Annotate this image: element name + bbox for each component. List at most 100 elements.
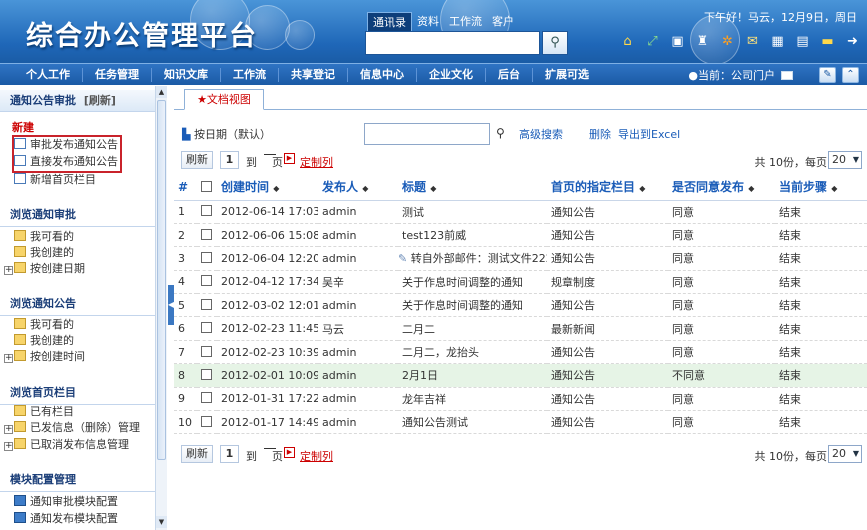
nav-backend[interactable]: 后台 bbox=[486, 67, 533, 82]
sidebar-item-created[interactable]: 我创建的 bbox=[14, 245, 74, 260]
table-row[interactable]: 10 2012-01-17 14:49 admin 通知公告测试 通知公告 同意 结束 bbox=[174, 410, 867, 435]
edit-icon[interactable]: ✎ bbox=[819, 67, 836, 83]
advanced-search-link[interactable]: 高级搜索 bbox=[519, 126, 563, 142]
sidebar-refresh-link[interactable]: [刷新] bbox=[84, 94, 116, 107]
sidebar-item-viewable[interactable]: 我可看的 bbox=[14, 317, 74, 332]
cell-checkbox[interactable] bbox=[197, 410, 217, 435]
row-checkbox[interactable] bbox=[201, 298, 212, 310]
expand-icon[interactable]: + bbox=[4, 425, 13, 434]
table-row[interactable]: 2 2012-06-06 15:08 admin test123前威 通知公告 同意 结束 bbox=[174, 223, 867, 248]
search-input[interactable] bbox=[364, 123, 490, 145]
table-row[interactable]: 3 2012-06-04 12:20 admin ✎ 转自外部邮件：测试文件222 通知… bbox=[174, 246, 867, 271]
cell-checkbox[interactable] bbox=[197, 293, 217, 318]
col-approved[interactable]: 是否同意发布 ◆ bbox=[668, 174, 775, 201]
sidebar-item-viewable[interactable]: 我可看的 bbox=[14, 229, 74, 244]
search-tab-workflow[interactable]: 工作流 bbox=[444, 12, 487, 32]
group-browse-columns[interactable]: 浏览首页栏目 bbox=[0, 382, 155, 404]
sidebar-item-by-time[interactable]: + 按创建时间 bbox=[4, 349, 85, 364]
search-tab-files[interactable]: 资料 bbox=[412, 12, 444, 32]
cell-title[interactable]: 关于作息时间调整的通知 bbox=[398, 270, 547, 295]
nav-task-management[interactable]: 任务管理 bbox=[83, 67, 152, 82]
shirt-icon[interactable]: ♜ bbox=[694, 33, 711, 50]
cell-checkbox[interactable] bbox=[197, 270, 217, 295]
sidebar-item-direct-publish[interactable]: 直接发布通知公告 bbox=[14, 154, 118, 169]
global-search-input[interactable] bbox=[365, 31, 540, 55]
cell-title[interactable]: 测试 bbox=[398, 200, 547, 224]
sidebar-scrollbar[interactable]: ▲ ▼ bbox=[155, 86, 167, 530]
sidebar-item-existing-columns[interactable]: 已有栏目 bbox=[14, 404, 74, 419]
calendar-icon[interactable]: ▦ bbox=[769, 33, 786, 50]
col-homepage-column[interactable]: 首页的指定栏目 ◆ bbox=[547, 174, 668, 201]
sidebar-item-published-manage[interactable]: + 已发信息（删除）管理 bbox=[4, 420, 140, 435]
nav-personal-work[interactable]: 个人工作 bbox=[0, 67, 83, 82]
export-excel-link[interactable]: 导出到Excel bbox=[618, 126, 680, 142]
page-number[interactable]: 1 bbox=[220, 445, 239, 463]
col-current-step[interactable]: 当前步骤 ◆ bbox=[775, 174, 867, 201]
cell-title[interactable]: 2月1日 bbox=[398, 363, 547, 388]
cell-checkbox[interactable] bbox=[197, 246, 217, 271]
tab-document-view[interactable]: ★文档视图 bbox=[184, 89, 264, 110]
cell-checkbox[interactable] bbox=[197, 200, 217, 224]
sidebar-item-by-date[interactable]: + 按创建日期 bbox=[4, 261, 85, 276]
cell-checkbox[interactable] bbox=[197, 387, 217, 412]
table-row[interactable]: 4 2012-04-12 17:34 吴辛 关于作息时间调整的通知 规章制度 同意 结束 bbox=[174, 270, 867, 295]
cell-title[interactable]: 关于作息时间调整的通知 bbox=[398, 293, 547, 318]
nav-info-center[interactable]: 信息中心 bbox=[348, 67, 417, 82]
row-checkbox[interactable] bbox=[201, 205, 212, 217]
per-page-select[interactable]: 20 bbox=[828, 151, 862, 169]
custom-columns-link[interactable]: 定制列 bbox=[300, 154, 333, 170]
nav-extensions[interactable]: 扩展可选 bbox=[533, 68, 601, 82]
scroll-thumb[interactable] bbox=[157, 100, 166, 460]
collapse-up-icon[interactable]: ⌃ bbox=[842, 67, 859, 83]
search-icon[interactable]: ⚲ bbox=[496, 126, 505, 140]
delete-link[interactable]: 删除 bbox=[589, 126, 611, 142]
monitor-icon[interactable] bbox=[781, 70, 793, 80]
cell-title[interactable]: test123前威 bbox=[398, 223, 547, 248]
nav-workflow[interactable]: 工作流 bbox=[221, 67, 279, 82]
row-checkbox[interactable] bbox=[201, 275, 212, 287]
sidebar-item-cancelled-manage[interactable]: + 已取消发布信息管理 bbox=[4, 437, 129, 452]
go-icon[interactable]: ▶ bbox=[284, 447, 295, 458]
row-checkbox[interactable] bbox=[201, 368, 212, 380]
cell-title[interactable]: 二月二 bbox=[398, 316, 547, 341]
cell-title[interactable]: 二月二，龙抬头 bbox=[398, 340, 547, 365]
page-number[interactable]: 1 bbox=[220, 151, 239, 169]
row-checkbox[interactable] bbox=[201, 345, 212, 357]
sort-by-date-button[interactable]: ▙ 按日期（默认） bbox=[182, 126, 271, 142]
cell-title[interactable]: 通知公告测试 bbox=[398, 410, 547, 435]
table-row[interactable]: 6 2012-02-23 11:45 马云 二月二 最新新闻 同意 结束 bbox=[174, 316, 867, 341]
expand-icon[interactable]: + bbox=[4, 266, 13, 275]
cell-checkbox[interactable] bbox=[197, 223, 217, 248]
row-checkbox[interactable] bbox=[201, 415, 212, 427]
cell-title[interactable]: 龙年吉祥 bbox=[398, 387, 547, 412]
home-icon[interactable]: ⌂ bbox=[619, 33, 636, 50]
resize-icon[interactable]: ⤢ bbox=[644, 33, 661, 50]
per-page-select[interactable]: 20 bbox=[828, 445, 862, 463]
sidebar-item-created[interactable]: 我创建的 bbox=[14, 333, 74, 348]
table-row[interactable]: 5 2012-03-02 12:01 admin 关于作息时间调整的通知 通知公告 同意结… bbox=[174, 293, 867, 318]
col-title[interactable]: 标题 ◆ bbox=[398, 174, 547, 201]
custom-columns-link[interactable]: 定制列 bbox=[300, 448, 333, 464]
cell-title[interactable]: ✎ 转自外部邮件：测试文件222 bbox=[398, 246, 547, 271]
table-row[interactable]: 7 2012-02-23 10:39 admin 二月二，龙抬头 通知公告 同意 结束 bbox=[174, 340, 867, 365]
table-row[interactable]: 9 2012-01-31 17:22 admin 龙年吉祥 通知公告 同意 结束 bbox=[174, 387, 867, 412]
table-row[interactable]: 1 2012-06-14 17:03 admin 测试 通知公告 同意 结束 bbox=[174, 200, 867, 224]
cell-checkbox[interactable] bbox=[197, 340, 217, 365]
nav-corporate-culture[interactable]: 企业文化 bbox=[417, 67, 486, 82]
address-icon[interactable]: ▤ bbox=[794, 33, 811, 50]
cell-checkbox[interactable] bbox=[197, 316, 217, 341]
sidebar-item-approve-publish[interactable]: 审批发布通知公告 bbox=[14, 137, 118, 152]
row-checkbox[interactable] bbox=[201, 322, 212, 334]
expand-icon[interactable]: + bbox=[4, 354, 13, 363]
note-icon[interactable]: ▬ bbox=[819, 33, 836, 50]
refresh-button[interactable]: 刷新 bbox=[181, 445, 213, 463]
go-icon[interactable]: ▶ bbox=[284, 153, 295, 164]
group-browse-notices[interactable]: 浏览通知公告 bbox=[0, 293, 155, 315]
sidebar-item-approval-config[interactable]: 通知审批模块配置 bbox=[14, 494, 118, 509]
sidebar-item-add-column[interactable]: 新增首页栏目 bbox=[14, 172, 96, 187]
scroll-up-icon[interactable]: ▲ bbox=[156, 86, 167, 98]
expand-icon[interactable]: + bbox=[4, 442, 13, 451]
logout-icon[interactable]: ➜ bbox=[844, 33, 861, 50]
table-row[interactable]: 8 2012-02-01 10:09 admin 2月1日 通知公告 不同意 结束 bbox=[174, 363, 867, 388]
search-tab-customers[interactable]: 客户 bbox=[487, 12, 519, 32]
